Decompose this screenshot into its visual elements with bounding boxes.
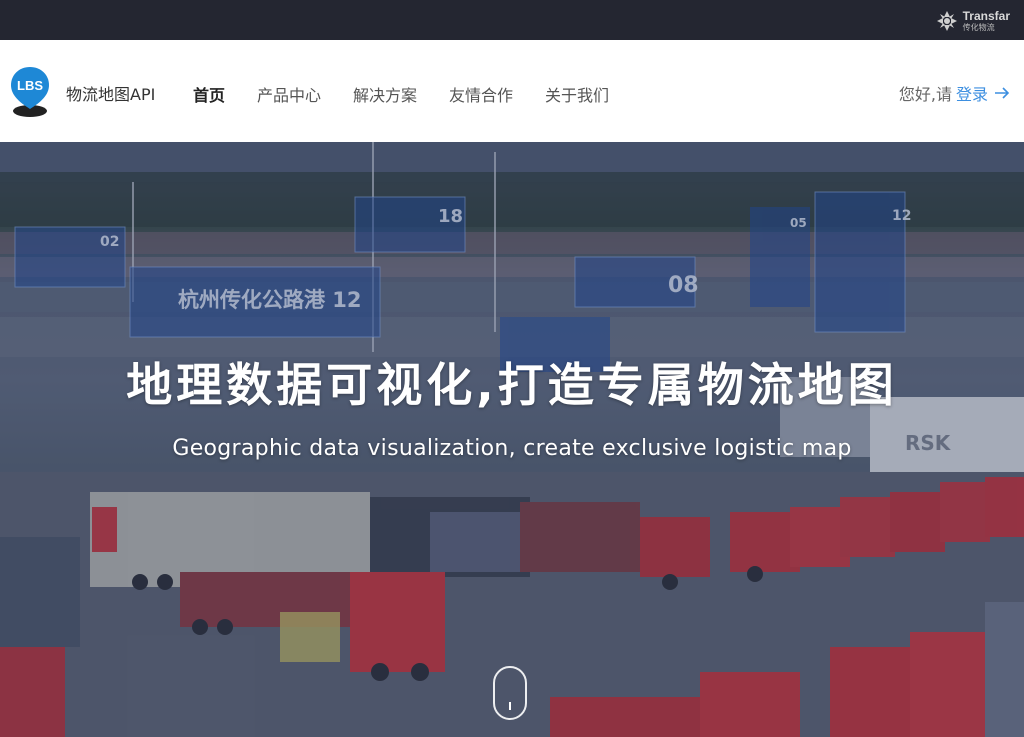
login-label: 登录 <box>955 85 988 104</box>
scroll-wheel-dot <box>509 702 511 710</box>
top-bar: Transfar 传化物流 <box>0 0 1024 40</box>
login-link[interactable]: 登录 <box>956 81 1010 105</box>
hero-title: 地理数据可视化,打造专属物流地图 <box>126 358 898 412</box>
nav-solutions[interactable]: 解决方案 <box>353 82 417 106</box>
nav-products[interactable]: 产品中心 <box>257 82 321 106</box>
nav-partners[interactable]: 友情合作 <box>449 82 513 106</box>
lbs-logo[interactable]: LBS <box>10 65 50 118</box>
scroll-down-mouse-icon[interactable] <box>493 666 527 720</box>
arrow-right-icon <box>995 87 1010 99</box>
transfar-mark-icon <box>936 11 957 31</box>
main-header: LBS 物流地图API 首页 产品中心 解决方案 友情合作 关于我们 您好,请 … <box>0 40 1024 142</box>
login-area: 您好,请 登录 <box>899 81 1010 105</box>
site-name[interactable]: 物流地图API <box>66 81 155 105</box>
hero-subtitle: Geographic data visualization, create ex… <box>172 436 852 461</box>
brand-name-cn: 传化物流 <box>962 23 995 32</box>
brand-name-en: Transfar <box>962 9 1010 23</box>
nav-home[interactable]: 首页 <box>193 82 225 106</box>
lbs-logo-text: LBS <box>17 78 43 93</box>
nav-about[interactable]: 关于我们 <box>545 82 609 106</box>
greeting-text: 您好,请 <box>898 85 952 104</box>
transfar-logo[interactable]: Transfar 传化物流 <box>936 8 1010 34</box>
hero-banner: 杭州传化公路港 12 18 02 08 05 12 RSK 地理数据可视化,打造… <box>0 142 1024 737</box>
